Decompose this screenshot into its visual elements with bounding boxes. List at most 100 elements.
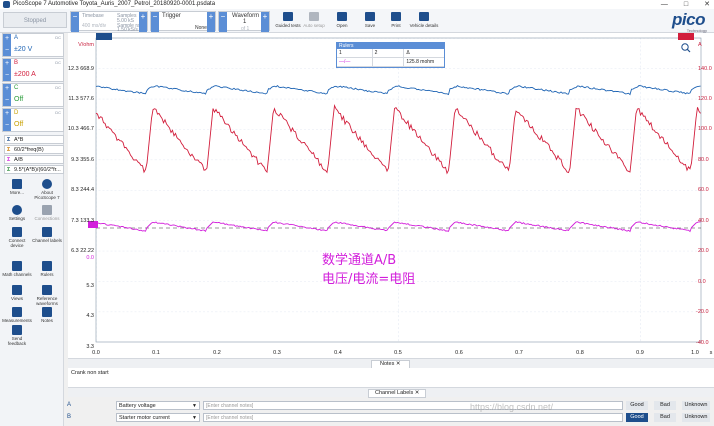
channel-d-letter: D bbox=[14, 110, 19, 116]
bad-button[interactable]: Bad bbox=[654, 401, 676, 410]
maximize-button[interactable]: □ bbox=[684, 0, 688, 9]
print-icon bbox=[391, 12, 401, 21]
channel-c-range[interactable]: Off bbox=[14, 96, 23, 103]
right-axis-tick: 120.0 bbox=[698, 96, 712, 102]
channel-d-coupling[interactable]: DC bbox=[55, 110, 61, 115]
plot-area[interactable] bbox=[95, 37, 702, 343]
trigger-expand-button[interactable]: + bbox=[207, 12, 215, 32]
left-axis-tick: 8.3 244.4 bbox=[71, 187, 94, 193]
timebase-increase-button[interactable]: + bbox=[139, 12, 147, 32]
unknown-button[interactable]: Unknown bbox=[682, 401, 710, 410]
math-channel-item[interactable]: Σ 9.5*(A*B)/(60/2*fr... bbox=[4, 165, 64, 174]
chevron-down-icon: ▼ bbox=[192, 415, 197, 421]
close-button[interactable]: ✕ bbox=[704, 0, 710, 9]
math-channels-button[interactable]: Math channels bbox=[2, 261, 32, 277]
scope-graph[interactable] bbox=[68, 33, 714, 358]
measurements-button[interactable]: Measurements bbox=[2, 307, 32, 323]
notes-button[interactable]: Notes bbox=[32, 307, 62, 323]
trigger-collapse-button[interactable]: − bbox=[151, 12, 159, 32]
good-button[interactable]: Good bbox=[626, 413, 648, 422]
channel-d-range-down-button[interactable]: − bbox=[3, 121, 11, 131]
connections-button[interactable]: Connections bbox=[32, 205, 62, 221]
rulers-button[interactable]: Rulers bbox=[32, 261, 62, 277]
channel-b-range[interactable]: ±200 A bbox=[14, 71, 36, 78]
channel-label-select[interactable]: Battery voltage ▼ bbox=[116, 401, 200, 410]
sidebar: + − A ±20 V DC + − B ±200 A DC + − C Off DC… bbox=[0, 33, 64, 426]
channel-labels-tab[interactable]: Channel Labels ✕ bbox=[368, 389, 427, 398]
right-axis-tick: 0.0 bbox=[698, 279, 706, 285]
rulers-header-row: 1 2 Δ bbox=[337, 49, 444, 58]
print-button[interactable]: Print bbox=[381, 12, 411, 28]
math-channel-item[interactable]: Σ A*B bbox=[4, 135, 64, 144]
notes-area[interactable]: Crank non start bbox=[68, 368, 714, 388]
channel-a-range-up-button[interactable]: + bbox=[3, 34, 11, 44]
open-button[interactable]: Open bbox=[327, 12, 357, 28]
send-feedback-button[interactable]: Send feedback bbox=[2, 325, 32, 346]
math-channel-item[interactable]: Σ 60/2*freq(B) bbox=[4, 145, 64, 154]
settings-button[interactable]: Settings bbox=[2, 205, 32, 221]
good-button[interactable]: Good bbox=[626, 401, 648, 410]
channel-c-range-down-button[interactable]: − bbox=[3, 96, 11, 106]
waveform-control[interactable]: − Waveform 1 of 1 + bbox=[218, 11, 270, 32]
reference-waveforms-button[interactable]: Reference waveforms bbox=[32, 285, 62, 306]
gear-icon bbox=[12, 205, 22, 215]
window-title: PicoScope 7 Automotive Toyota_Auris_2007… bbox=[13, 1, 216, 7]
more-icon bbox=[12, 179, 22, 189]
channel-b-coupling[interactable]: DC bbox=[55, 60, 61, 65]
auto-setup-icon bbox=[309, 12, 319, 21]
channel-a-range-down-button[interactable]: − bbox=[3, 46, 11, 56]
channel-c-coupling[interactable]: DC bbox=[55, 85, 61, 90]
channel-labels-bar: Channel Labels ✕ bbox=[68, 388, 714, 398]
waveform-previous-button[interactable]: − bbox=[219, 12, 227, 32]
app-window: PicoScope 7 Automotive Toyota_Auris_2007… bbox=[0, 0, 714, 426]
channel-a-range[interactable]: ±20 V bbox=[14, 46, 32, 53]
waveform-next-button[interactable]: + bbox=[261, 12, 269, 32]
ruler-delta-value: 125.8 mohm bbox=[406, 59, 435, 65]
timebase-decrease-button[interactable]: − bbox=[71, 12, 79, 32]
math-channels-icon bbox=[12, 261, 22, 271]
right-axis-tick: 40.0 bbox=[698, 218, 709, 224]
minimize-button[interactable]: — bbox=[661, 0, 668, 9]
timebase-label: Timebase bbox=[82, 13, 104, 19]
channel-notes-input[interactable]: [Enter channel notes] bbox=[203, 401, 623, 410]
more-button[interactable]: More... bbox=[2, 179, 32, 195]
vehicle-details-button[interactable]: Vehicle details bbox=[409, 12, 439, 28]
channel-a-control[interactable]: + − A ±20 V DC bbox=[2, 33, 64, 57]
start-stop-button[interactable]: Stopped bbox=[3, 12, 67, 28]
channel-b-axis-marker[interactable] bbox=[678, 33, 694, 40]
scope-view[interactable]: V/ohm 12.3 668.9 11.3 577.6 10.3 466.7 9… bbox=[68, 33, 714, 358]
channel-d-range[interactable]: Off bbox=[14, 121, 23, 128]
connect-device-button[interactable]: Connect device bbox=[2, 227, 32, 248]
rulers-panel[interactable]: Rulers 1 2 Δ —/— 125.8 mohm bbox=[336, 42, 445, 68]
channel-a-axis-marker[interactable] bbox=[96, 33, 112, 40]
annotation-line-1: 数学通道A/B bbox=[322, 253, 397, 268]
notes-text[interactable]: Crank non start bbox=[71, 370, 109, 376]
channel-label-select[interactable]: Starter motor current ▼ bbox=[116, 413, 200, 422]
channel-c-range-up-button[interactable]: + bbox=[3, 84, 11, 94]
channel-c-control[interactable]: + − C Off DC bbox=[2, 83, 64, 107]
channel-b-range-down-button[interactable]: − bbox=[3, 71, 11, 81]
left-axis-tick: 12.3 668.9 bbox=[68, 66, 94, 72]
views-button[interactable]: Views bbox=[2, 285, 32, 301]
timebase-control[interactable]: − Timebase 400 ms/div Samples 5.00 kS Sa… bbox=[70, 11, 148, 33]
car-icon bbox=[283, 12, 293, 21]
channel-b-control[interactable]: + − B ±200 A DC bbox=[2, 58, 64, 82]
about-button[interactable]: About PicoScope 7 bbox=[32, 179, 62, 200]
auto-setup-button[interactable]: Auto setup bbox=[299, 12, 329, 28]
channel-notes-input[interactable]: [Enter channel notes] bbox=[203, 413, 623, 422]
channel-a-coupling[interactable]: DC bbox=[55, 35, 61, 40]
bad-button[interactable]: Bad bbox=[654, 413, 676, 422]
unknown-button[interactable]: Unknown bbox=[682, 413, 710, 422]
channel-b-range-up-button[interactable]: + bbox=[3, 59, 11, 69]
channel-labels-icon bbox=[42, 227, 52, 237]
channel-labels-button[interactable]: Channel labels bbox=[32, 227, 62, 243]
right-axis-tick: 20.0 bbox=[698, 248, 709, 254]
sigma-icon: Σ bbox=[7, 137, 11, 143]
channel-c-letter: C bbox=[14, 85, 19, 91]
trigger-control[interactable]: − Trigger None + bbox=[150, 11, 216, 32]
math-channel-item[interactable]: Σ A/B bbox=[4, 155, 64, 164]
channel-d-control[interactable]: + − D Off DC bbox=[2, 108, 64, 132]
notes-bar: Notes ✕ bbox=[68, 358, 714, 369]
channel-d-range-up-button[interactable]: + bbox=[3, 109, 11, 119]
x-axis-tick: 0.6 bbox=[455, 350, 463, 356]
